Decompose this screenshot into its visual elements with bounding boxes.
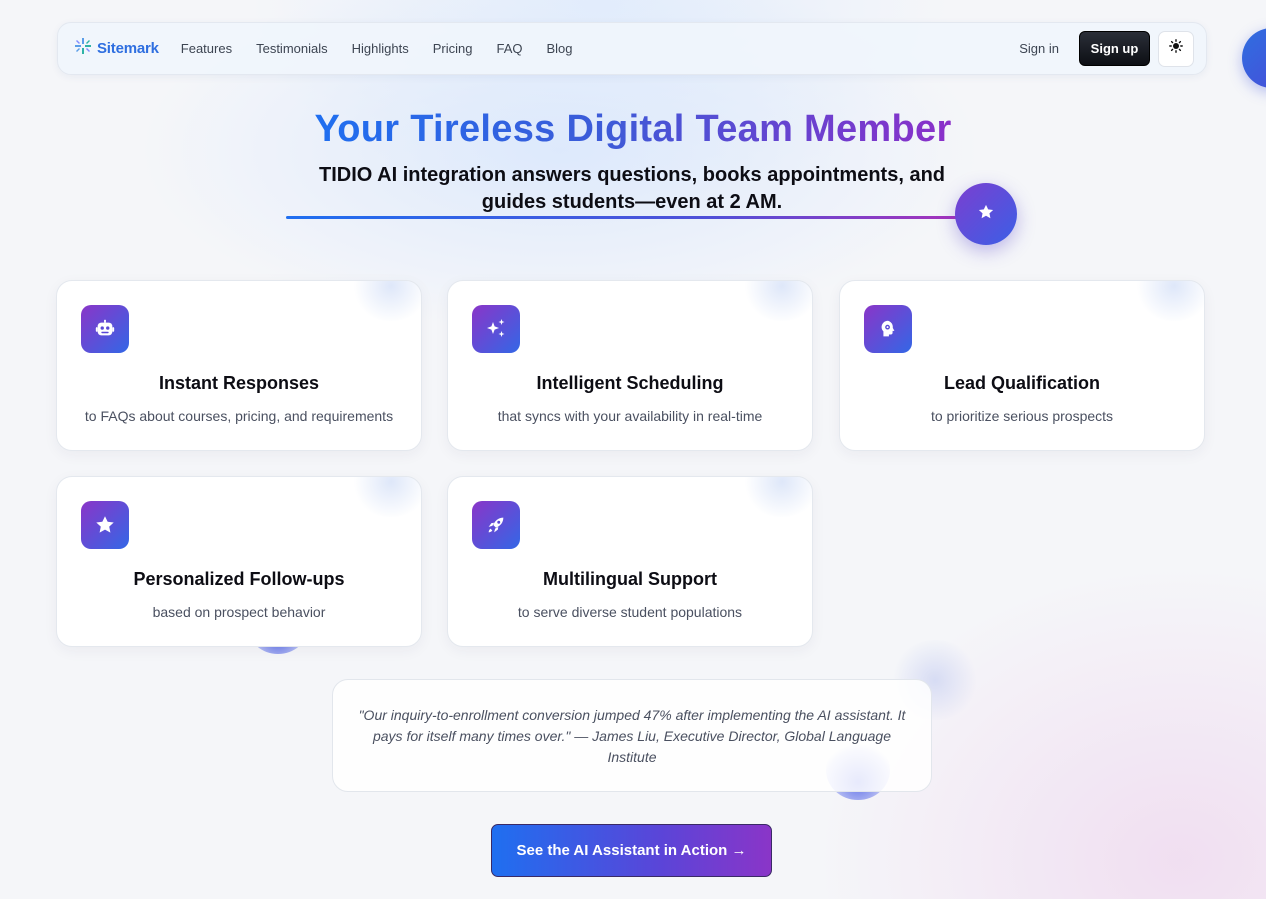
feature-title: Intelligent Scheduling: [536, 373, 724, 393]
nav-link-blog[interactable]: Blog: [546, 41, 572, 56]
sign-up-button[interactable]: Sign up: [1079, 31, 1150, 66]
nav-link-pricing[interactable]: Pricing: [433, 41, 473, 56]
feature-title: Multilingual Support: [543, 569, 717, 589]
hero-subtitle: TIDIO AI integration answers questions, …: [319, 164, 945, 213]
feature-title: Personalized Follow-ups: [133, 569, 345, 589]
cta-button[interactable]: See the AI Assistant in Action →: [491, 824, 772, 877]
feature-desc: that syncs with your availability in rea…: [497, 408, 763, 424]
feature-card: Lead Qualification to prioritize serious…: [839, 280, 1205, 451]
feature-card: Multilingual Support to serve diverse st…: [447, 476, 813, 647]
feature-card: Intelligent Scheduling that syncs with y…: [447, 280, 813, 451]
star-fab-button[interactable]: [955, 183, 1017, 245]
logo-icon: [73, 36, 93, 61]
navbar: Sitemark Features Testimonials Highlight…: [57, 22, 1207, 75]
sun-icon: [1169, 39, 1183, 58]
testimonial-quote: "Our inquiry-to-enrollment conversion ju…: [332, 679, 932, 792]
floating-action-button[interactable]: [1242, 28, 1266, 88]
feature-card: Instant Responses to FAQs about courses,…: [56, 280, 422, 451]
feature-desc: to FAQs about courses, pricing, and requ…: [84, 408, 394, 424]
brain-gear-icon: [864, 305, 912, 353]
sparkles-icon: [472, 305, 520, 353]
feature-title: Lead Qualification: [943, 373, 1101, 393]
nav-links: Features Testimonials Highlights Pricing…: [181, 41, 573, 56]
nav-link-faq[interactable]: FAQ: [496, 41, 522, 56]
sign-in-button[interactable]: Sign in: [1019, 41, 1059, 56]
star-icon: [977, 203, 995, 226]
nav-actions: Sign in Sign up: [1019, 30, 1194, 67]
rocket-icon: [472, 501, 520, 549]
nav-link-features[interactable]: Features: [181, 41, 232, 56]
hero-underline: [286, 216, 986, 219]
robot-icon: [81, 305, 129, 353]
hero-title: Your Tireless Digital Team Member: [314, 108, 952, 150]
nav-link-highlights[interactable]: Highlights: [352, 41, 409, 56]
feature-desc: based on prospect behavior: [152, 604, 326, 620]
logo-text: Sitemark: [97, 40, 159, 57]
feature-desc: to serve diverse student populations: [517, 604, 743, 620]
theme-toggle-button[interactable]: [1158, 30, 1194, 67]
logo[interactable]: Sitemark: [73, 36, 159, 61]
star-icon: [81, 501, 129, 549]
feature-desc: to prioritize serious prospects: [930, 408, 1114, 424]
nav-link-testimonials[interactable]: Testimonials: [256, 41, 328, 56]
feature-card: Personalized Follow-ups based on prospec…: [56, 476, 422, 647]
feature-title: Instant Responses: [158, 373, 320, 393]
